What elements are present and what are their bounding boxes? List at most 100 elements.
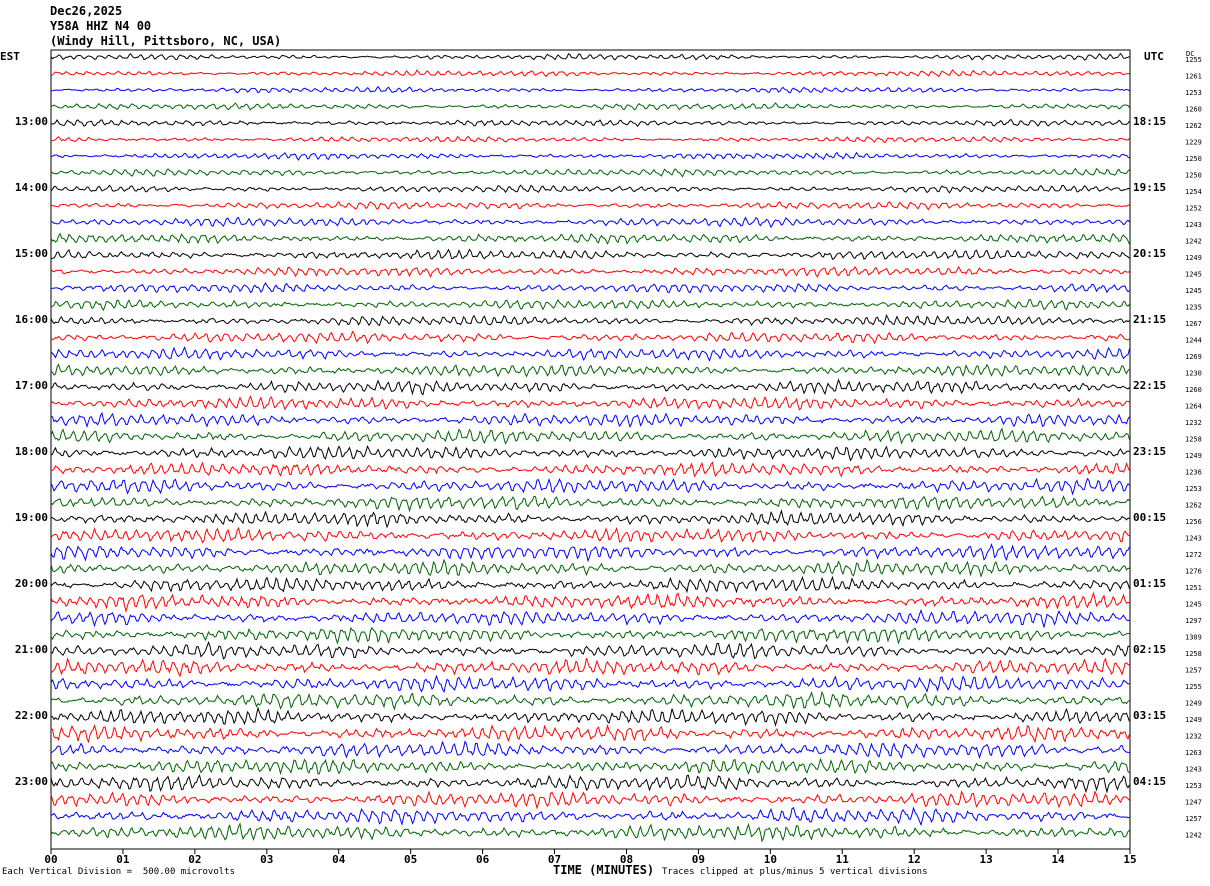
seismic-trace-40	[50, 690, 1130, 711]
seismic-trace-2	[50, 69, 1130, 78]
utc-label: UTC	[1144, 50, 1164, 63]
x-axis-label: TIME (MINUTES)	[553, 863, 655, 877]
dc-offset-value: 1253	[1185, 89, 1202, 97]
dc-offset-value: 1250	[1185, 155, 1202, 163]
utc-hour-label: 01:15	[1133, 577, 1166, 590]
seismic-trace-27	[50, 477, 1130, 496]
utc-hour-label: 00:15	[1133, 511, 1166, 524]
seismic-trace-45	[50, 773, 1130, 794]
x-tick-label-02: 02	[188, 853, 201, 866]
utc-hour-label: 23:15	[1133, 445, 1166, 458]
seismic-trace-12	[50, 232, 1130, 245]
dc-offset-value: 1257	[1185, 667, 1202, 675]
dc-offset-value: 1263	[1185, 749, 1202, 757]
dc-offset-value: 1262	[1185, 122, 1202, 130]
seismic-trace-34	[50, 591, 1130, 613]
utc-hour-label: 04:15	[1133, 775, 1166, 788]
dc-offset-value: 1242	[1185, 832, 1202, 840]
dc-offset-value: 1229	[1185, 139, 1202, 147]
x-tick-label-01: 01	[116, 853, 130, 866]
dc-offset-value: 1230	[1185, 370, 1202, 378]
seismic-trace-35	[50, 608, 1130, 629]
dc-offset-value: 1243	[1185, 221, 1202, 229]
dc-offset-value: 1245	[1185, 271, 1202, 279]
seismic-trace-28	[50, 495, 1130, 513]
dc-offset-value: 1249	[1185, 716, 1202, 724]
est-hour-label: 17:00	[15, 379, 48, 392]
seismic-trace-4	[50, 102, 1130, 111]
dc-offset-value: 1243	[1185, 535, 1202, 543]
seismic-trace-20	[50, 363, 1130, 378]
dc-offset-value: 1256	[1185, 518, 1202, 526]
seismic-trace-17	[50, 313, 1130, 327]
x-tick-label-13: 13	[980, 853, 993, 866]
utc-hour-label: 19:15	[1133, 181, 1166, 194]
dc-offset-value: 1242	[1185, 238, 1202, 246]
scale-note: Each Vertical Division = 500.00 microvol…	[2, 867, 235, 877]
dc-offset-value: 1249	[1185, 452, 1202, 460]
seismic-trace-1	[50, 52, 1130, 61]
utc-hour-label: 20:15	[1133, 247, 1166, 260]
seismic-trace-46	[50, 790, 1130, 810]
dc-offset-value: 1258	[1185, 650, 1202, 658]
seismic-trace-33	[50, 575, 1130, 594]
dc-offset-value: 1269	[1185, 353, 1202, 361]
clip-note: Traces clipped at plus/minus 5 vertical …	[662, 867, 928, 877]
seismic-trace-43	[50, 740, 1130, 760]
seismic-trace-5	[50, 118, 1130, 128]
dc-offset-value: 1309	[1185, 634, 1202, 642]
utc-hour-label: 02:15	[1133, 643, 1166, 656]
dc-offset-value: 1255	[1185, 56, 1202, 64]
dc-offset-value: 1243	[1185, 766, 1202, 774]
seismic-trace-10	[50, 200, 1130, 211]
x-tick-label-00: 00	[44, 853, 57, 866]
x-tick-label-03: 03	[260, 853, 273, 866]
seismic-trace-15	[50, 282, 1130, 294]
dc-offset-value: 1251	[1185, 584, 1202, 592]
dc-offset-value: 1245	[1185, 601, 1202, 609]
dc-offset-value: 1249	[1185, 254, 1202, 262]
seismic-trace-26	[50, 461, 1130, 478]
seismic-trace-38	[50, 657, 1130, 678]
seismic-trace-29	[50, 508, 1130, 529]
helicorder-plot: 00 01 02 03 04 05 06 07 08 09 10 11 12 13 14 15EST UTC DC…	[0, 49, 1202, 866]
x-tick-label-04: 04	[332, 853, 346, 866]
dc-offset-value: 1235	[1185, 304, 1202, 312]
dc-offset-value: 1252	[1185, 205, 1202, 213]
seismic-trace-30	[50, 526, 1130, 544]
x-tick-label-12: 12	[908, 853, 921, 866]
dc-offset-value: 1249	[1185, 700, 1202, 708]
dc-offset-value: 1260	[1185, 386, 1202, 394]
seismic-trace-7	[50, 151, 1130, 161]
est-hour-label: 22:00	[15, 709, 48, 722]
utc-hour-label: 18:15	[1133, 115, 1166, 128]
x-tick-label-05: 05	[404, 853, 417, 866]
dc-offset-value: 1261	[1185, 73, 1202, 81]
dc-offset-value: 1232	[1185, 419, 1202, 427]
seismic-trace-8	[50, 167, 1130, 178]
est-hour-label: 18:00	[15, 445, 48, 458]
seismic-trace-36	[50, 626, 1130, 645]
seismic-trace-23	[50, 411, 1130, 429]
seismic-trace-25	[50, 444, 1130, 462]
est-hour-label: 21:00	[15, 643, 48, 656]
dc-offset-value: 1257	[1185, 815, 1202, 823]
dc-offset-value: 1232	[1185, 733, 1202, 741]
seismic-trace-41	[50, 706, 1130, 727]
dc-offset-value: 1244	[1185, 337, 1202, 345]
seismic-trace-21	[50, 378, 1130, 396]
seismic-trace-31	[50, 543, 1130, 563]
seismic-trace-11	[50, 216, 1130, 229]
est-hour-label: 23:00	[15, 775, 48, 788]
dc-offset-value: 1272	[1185, 551, 1202, 559]
x-tick-label-14: 14	[1051, 853, 1065, 866]
est-hour-label: 14:00	[15, 181, 48, 194]
x-tick-label-11: 11	[836, 853, 850, 866]
x-tick-label-09: 09	[692, 853, 705, 866]
seismic-trace-24	[50, 427, 1130, 445]
dc-offset-value: 1250	[1185, 172, 1202, 180]
x-tick-label-15: 15	[1123, 853, 1136, 866]
dc-offset-value: 1262	[1185, 502, 1202, 510]
utc-hour-label: 03:15	[1133, 709, 1166, 722]
seismic-trace-18	[50, 330, 1130, 345]
